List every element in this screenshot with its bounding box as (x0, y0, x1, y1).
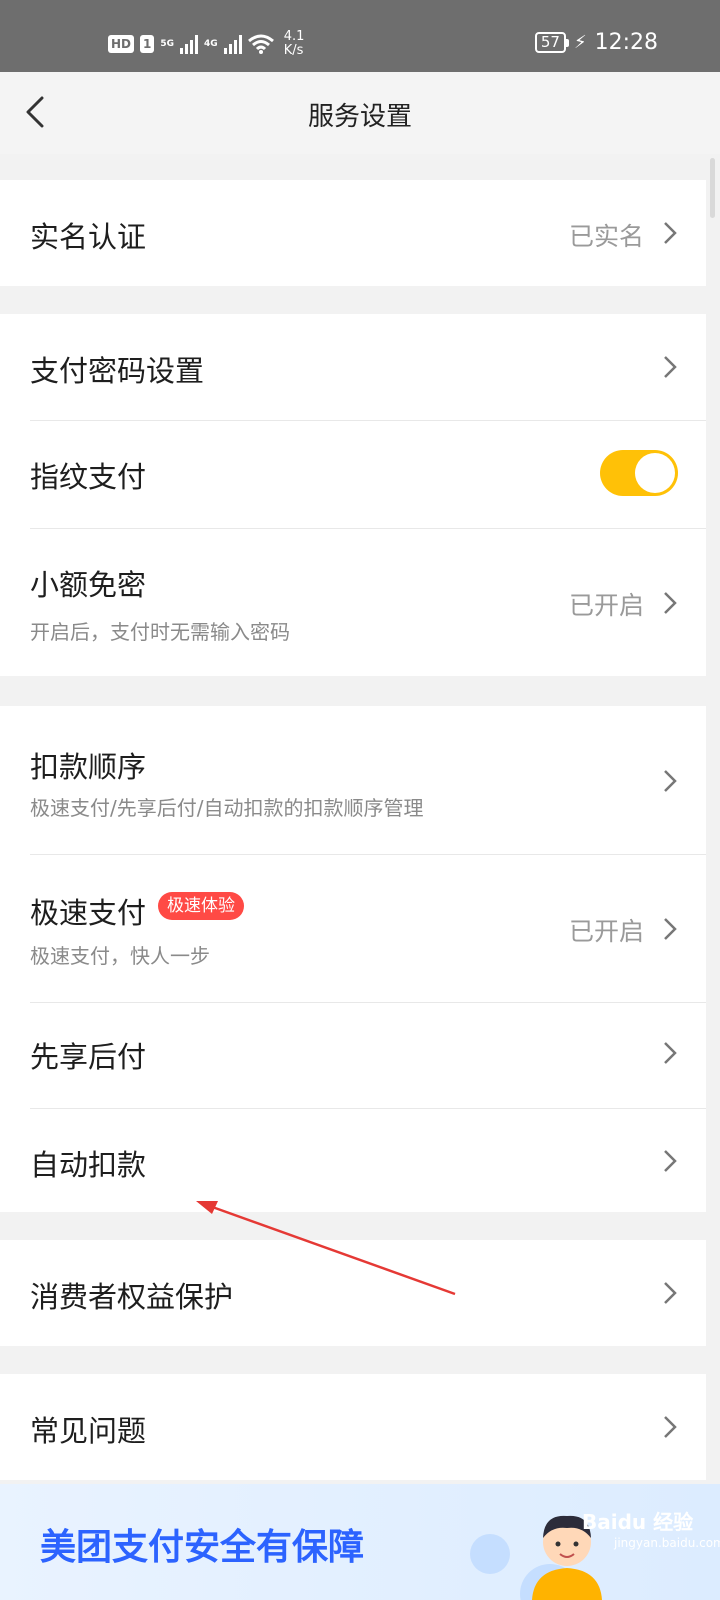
fast-pay-desc: 极速支付，快人一步 (30, 944, 210, 968)
row-deduct-order[interactable]: 扣款顺序 极速支付/先享后付/自动扣款的扣款顺序管理 (0, 706, 706, 854)
promo-banner[interactable]: 美团支付安全有保障 Baidu 经验 jingyan.baidu.com (0, 1484, 720, 1600)
group-payment: 支付密码设置 指纹支付 小额免密 开启后，支付时无需输入密码 已开启 (0, 314, 706, 676)
charging-icon: ⚡ (573, 32, 587, 53)
fast-pay-value: 已开启 (568, 917, 644, 946)
status-right: 57 ⚡ 12:28 (534, 30, 658, 55)
signal-icon-2 (223, 34, 242, 54)
chevron-right-icon (664, 1150, 677, 1172)
sim-badge: 1 (140, 35, 155, 53)
wifi-icon (247, 34, 274, 54)
toggle-knob (635, 453, 675, 493)
small-free-label: 小额免密 (30, 568, 147, 602)
auto-deduct-label: 自动扣款 (30, 1148, 147, 1182)
scrollbar[interactable] (706, 154, 720, 1480)
deduct-order-label: 扣款顺序 (30, 750, 147, 784)
chevron-right-icon (664, 1416, 677, 1438)
signal-icon (180, 34, 199, 54)
nav-bar: 服务设置 (0, 72, 720, 154)
watermark-url: jingyan.baidu.com (614, 1536, 720, 1550)
battery-icon: 57 (534, 32, 570, 53)
pay-password-label: 支付密码设置 (30, 354, 205, 388)
chevron-right-icon (664, 356, 677, 378)
hd-badge: HD (108, 35, 135, 53)
row-realname[interactable]: 实名认证 已实名 (0, 180, 706, 286)
status-bar: HD 1 5G 4G 4.1 K/s 57 ⚡ 12:28 (0, 0, 720, 72)
fast-pay-badge: 极速体验 (158, 892, 244, 920)
small-free-desc: 开启后，支付时无需输入密码 (30, 620, 290, 644)
fingerprint-toggle[interactable] (600, 450, 678, 496)
group-identity: 实名认证 已实名 (0, 180, 706, 286)
chevron-right-icon (664, 592, 677, 614)
chevron-right-icon (664, 770, 677, 792)
banner-text: 美团支付安全有保障 (40, 1527, 365, 1568)
row-fast-pay[interactable]: 极速支付 极速体验 极速支付，快人一步 已开启 (0, 854, 706, 1002)
chevron-right-icon (664, 1042, 677, 1064)
row-small-free[interactable]: 小额免密 开启后，支付时无需输入密码 已开启 (0, 528, 706, 676)
speed-unit: K/s (283, 43, 304, 58)
row-faq[interactable]: 常见问题 (0, 1374, 706, 1480)
watermark-logo: Baidu 经验 (582, 1510, 694, 1534)
chevron-right-icon (664, 1282, 677, 1304)
deduct-order-desc: 极速支付/先享后付/自动扣款的扣款顺序管理 (30, 796, 424, 820)
row-enjoy-first[interactable]: 先享后付 (0, 1002, 706, 1108)
network-type-2: 4G (204, 39, 218, 49)
fast-pay-label: 极速支付 (30, 896, 147, 930)
chevron-right-icon (664, 918, 677, 940)
scroll-thumb[interactable] (710, 158, 715, 218)
status-left: HD 1 5G 4G 4.1 K/s (108, 30, 304, 58)
group-consumer: 消费者权益保护 (0, 1240, 706, 1346)
realname-label: 实名认证 (30, 220, 147, 254)
decor-bubble (470, 1534, 510, 1574)
row-consumer[interactable]: 消费者权益保护 (0, 1240, 706, 1346)
network-type-1: 5G (160, 39, 175, 49)
speed-value: 4.1 (283, 29, 305, 44)
fingerprint-label: 指纹支付 (30, 460, 147, 494)
row-fingerprint: 指纹支付 (0, 420, 706, 528)
consumer-label: 消费者权益保护 (30, 1280, 234, 1314)
group-faq: 常见问题 (0, 1374, 706, 1480)
small-free-value: 已开启 (568, 591, 644, 620)
realname-value: 已实名 (568, 222, 644, 251)
faq-label: 常见问题 (30, 1414, 147, 1448)
row-pay-password[interactable]: 支付密码设置 (0, 314, 706, 420)
page-title: 服务设置 (307, 102, 412, 132)
group-deduction: 扣款顺序 极速支付/先享后付/自动扣款的扣款顺序管理 极速支付 极速体验 极速支… (0, 706, 706, 1212)
row-auto-deduct[interactable]: 自动扣款 (0, 1108, 706, 1212)
enjoy-first-label: 先享后付 (30, 1040, 147, 1074)
network-speed: 4.1 K/s (284, 30, 305, 58)
clock: 12:28 (594, 30, 658, 55)
chevron-right-icon (664, 222, 677, 244)
